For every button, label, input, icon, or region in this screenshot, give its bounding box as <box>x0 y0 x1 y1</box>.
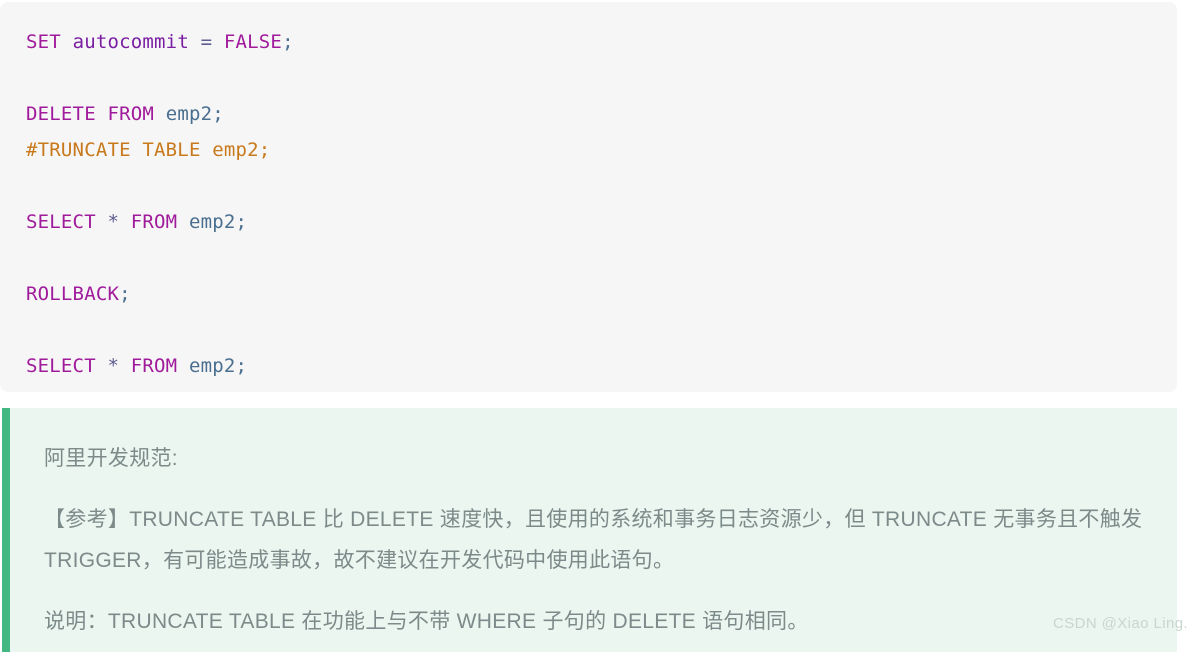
code-token: FROM <box>130 211 178 233</box>
code-token: * <box>107 355 120 377</box>
code-token: ROLLBACK <box>26 283 120 305</box>
code-token: autocommit <box>72 31 189 53</box>
code-token: DELETE <box>26 103 96 125</box>
code-token: SET <box>26 31 61 53</box>
code-token: = <box>200 31 213 53</box>
code-token: SELECT <box>26 211 96 233</box>
code-token: SELECT <box>26 355 96 377</box>
code-line: #TRUNCATE TABLE emp2; <box>26 132 1177 168</box>
callout-note: 说明：TRUNCATE TABLE 在功能上与不带 WHERE 子句的 DELE… <box>44 610 809 633</box>
sql-code-block[interactable]: SET autocommit = FALSE; DELETE FROM emp2… <box>0 2 1177 392</box>
code-line: SET autocommit = FALSE; <box>26 24 1177 60</box>
code-token: ; <box>119 283 131 305</box>
code-line: SELECT * FROM emp2; <box>26 348 1177 384</box>
code-token: ; <box>235 355 248 377</box>
code-token: ; <box>235 211 248 233</box>
code-token: emp2 <box>188 355 236 377</box>
code-line: SELECT * FROM emp2; <box>26 204 1177 240</box>
csdn-watermark: CSDN @Xiao Ling. <box>1052 615 1188 632</box>
code-line: DELETE FROM emp2; <box>26 96 1177 132</box>
alibaba-guideline-callout: 阿里开发规范: 【参考】TRUNCATE TABLE 比 DELETE 速度快，… <box>2 408 1177 652</box>
code-token: ; <box>282 31 294 53</box>
code-line: ROLLBACK; <box>26 276 1177 312</box>
code-token: FROM <box>130 355 178 377</box>
code-token: FALSE <box>223 31 283 53</box>
callout-body: 【参考】TRUNCATE TABLE 比 DELETE 速度快，且使用的系统和事… <box>44 508 1143 572</box>
code-lines-container: SET autocommit = FALSE; DELETE FROM emp2… <box>26 24 1177 384</box>
code-token: * <box>107 211 120 233</box>
code-token: #TRUNCATE TABLE emp2; <box>26 139 271 161</box>
code-token: ; <box>212 103 224 125</box>
callout-title: 阿里开发规范: <box>44 447 178 470</box>
code-token: emp2 <box>188 211 236 233</box>
code-token: FROM <box>107 103 155 125</box>
code-token: emp2 <box>165 103 213 125</box>
